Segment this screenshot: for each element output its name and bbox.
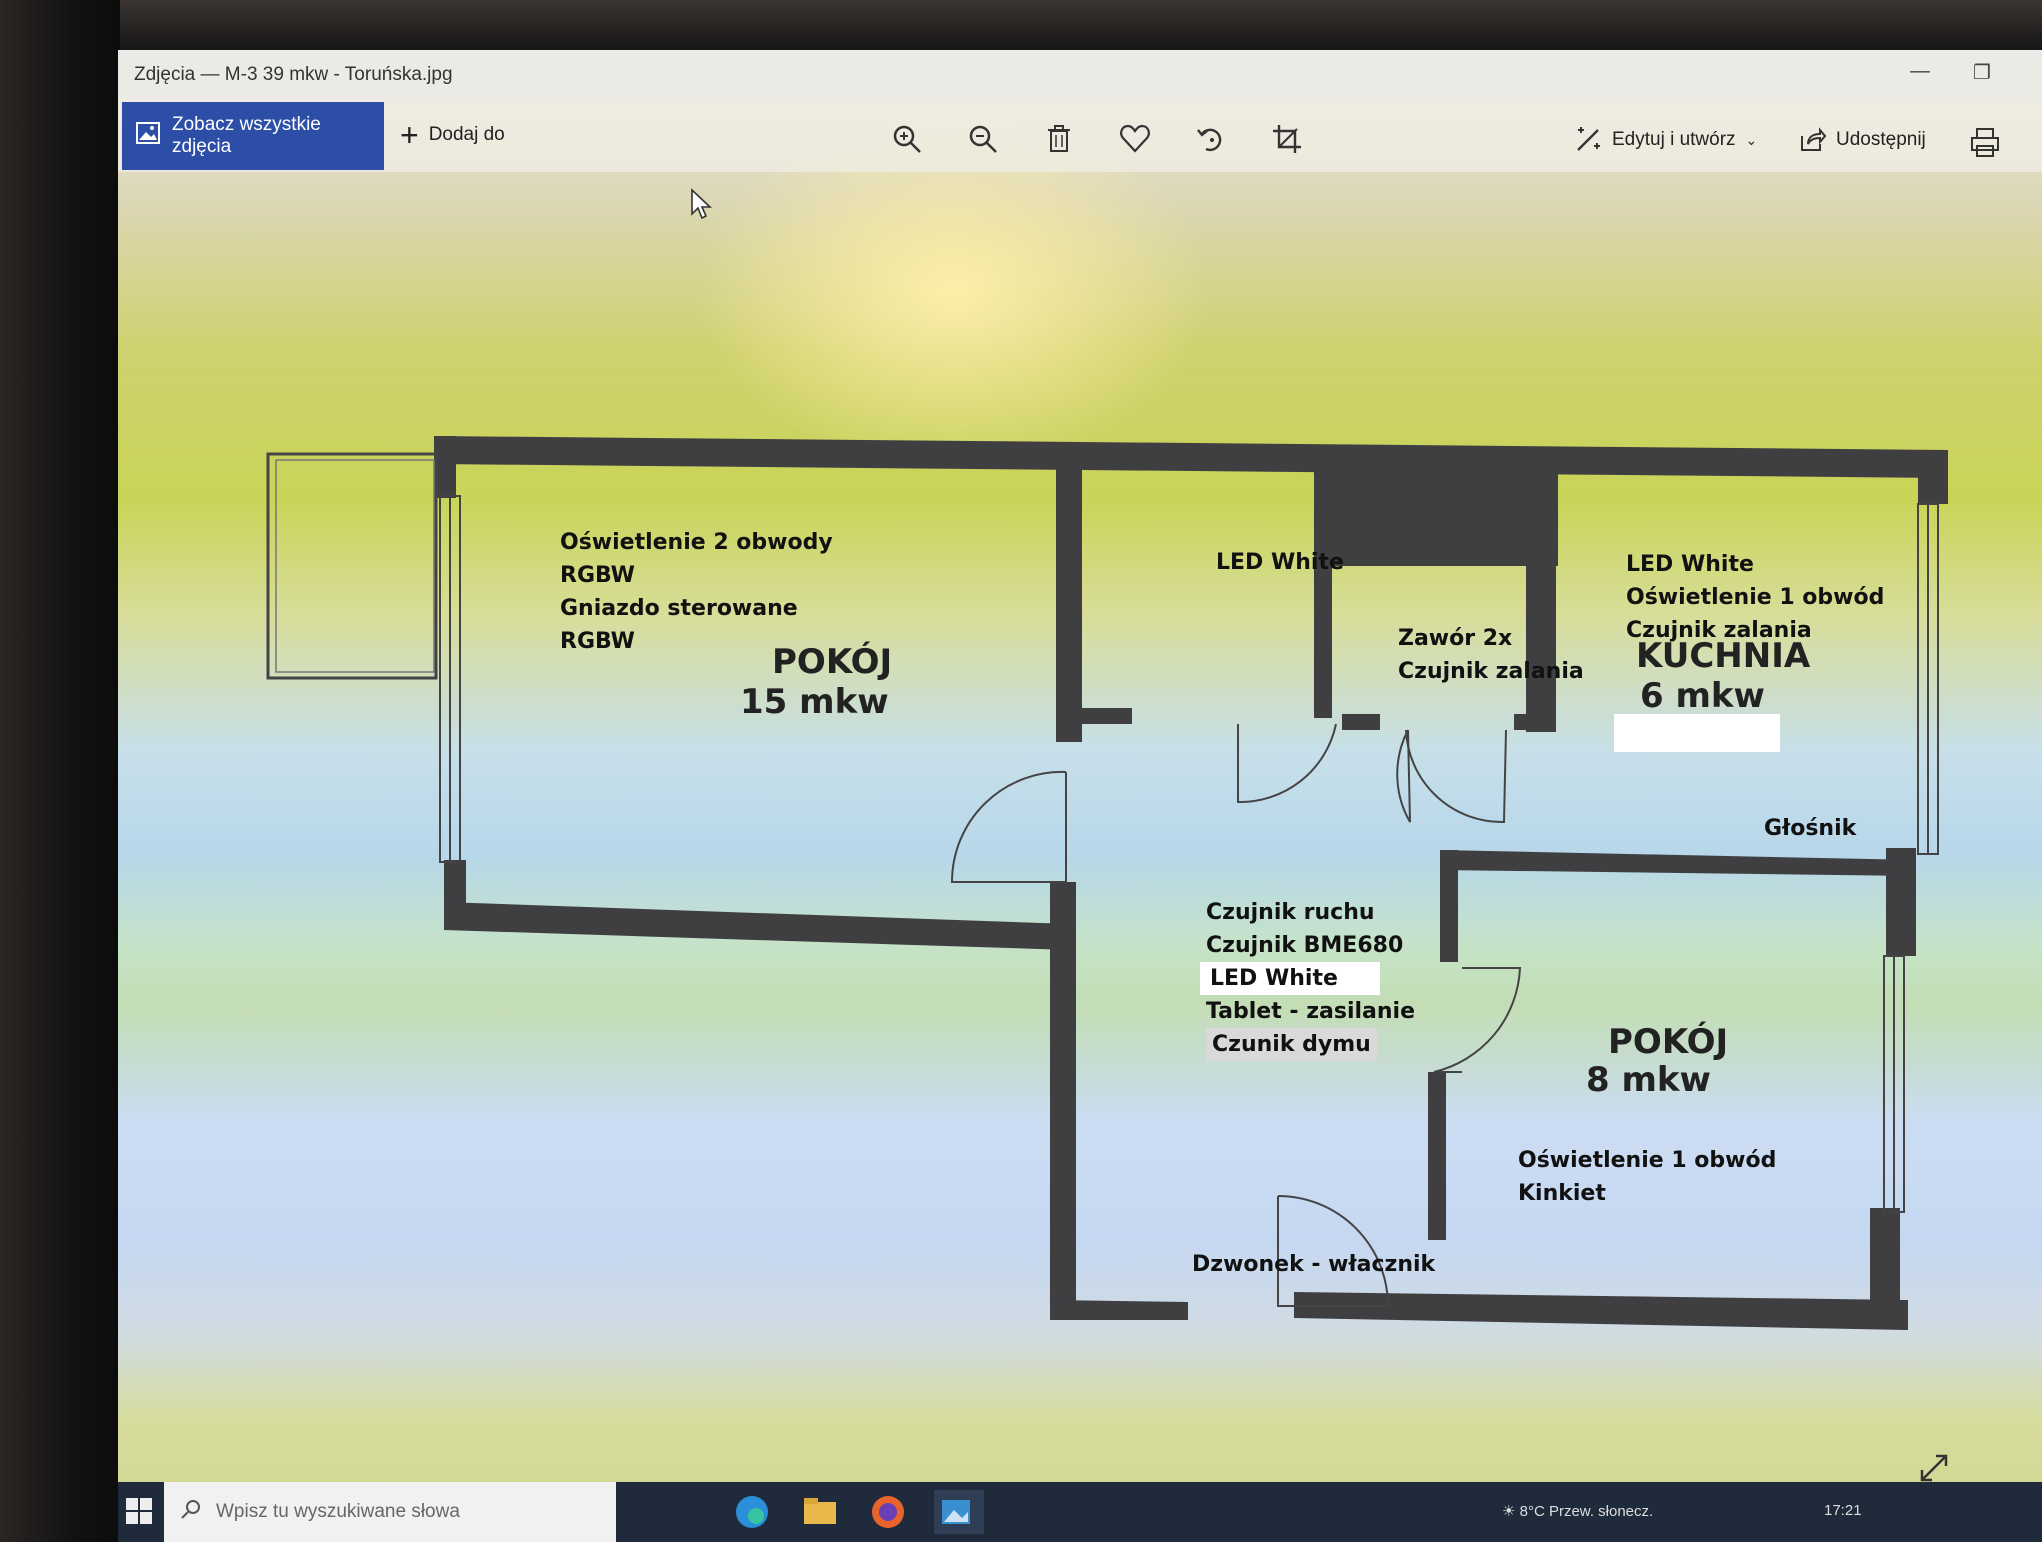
window-title: Zdjęcia — M-3 39 mkw - Toruńska.jpg: [134, 64, 453, 85]
delete-button[interactable]: [1042, 122, 1082, 162]
note-line: Tablet - zasilanie: [1206, 999, 1415, 1024]
share-icon: [1801, 127, 1826, 151]
note-line: LED White: [1626, 552, 1754, 577]
note-line: LED White: [1216, 550, 1344, 575]
kitchen-name: KUCHNIA: [1636, 636, 1811, 676]
kitchen-area: 6 mkw: [1640, 676, 1765, 716]
crop-button[interactable]: [1270, 122, 1310, 162]
blank-patch: [1614, 714, 1780, 752]
rotate-button[interactable]: [1194, 122, 1234, 162]
hall-notes: Czujnik ruchu Czujnik BME680 LED White T…: [1200, 896, 1415, 1061]
edit-create-button[interactable]: Edytuj i utwórz ⌄: [1574, 126, 1757, 154]
restore-button[interactable]: ❐: [1962, 60, 2002, 90]
firefox-icon[interactable]: [866, 1490, 916, 1534]
taskbar: Wpisz tu wyszukiwane słowa ☀ 8°C Przew. …: [118, 1482, 2042, 1542]
plus-icon: +: [400, 117, 419, 153]
weather-widget[interactable]: ☀ 8°C Przew. słonecz.: [1502, 1502, 1653, 1520]
note-line: Zawór 2x: [1398, 626, 1513, 651]
toolbar: Zobacz wszystkie zdjęcia + Dodaj do Edyt…: [118, 100, 2042, 172]
clock[interactable]: 17:21: [1824, 1502, 1862, 1519]
add-to-label: Dodaj do: [428, 124, 505, 145]
heart-icon: [1120, 124, 1150, 153]
kitchen-notes: LED White Oświetlenie 1 obwód Czujnik za…: [1626, 548, 1884, 647]
print-button[interactable]: [1968, 126, 2008, 166]
mouse-cursor-icon: [691, 188, 712, 220]
zoom-in-button[interactable]: [890, 122, 930, 162]
edge-icon[interactable]: [730, 1490, 780, 1534]
share-button[interactable]: Udostępnij: [1798, 126, 1926, 154]
note-line: Czujnik zalania: [1398, 659, 1584, 684]
note-line: Oświetlenie 1 obwód: [1626, 585, 1885, 610]
floor-plan-drawing: [266, 436, 1948, 1330]
wc-notes: Zawór 2x Czujnik zalania: [1398, 622, 1584, 688]
minimize-button[interactable]: —: [1900, 60, 1940, 90]
note-line: Gniazdo sterowane: [560, 596, 798, 621]
doorbell-label: Dzwonek - włacznik: [1192, 1252, 1436, 1277]
bathroom-notes: LED White: [1216, 546, 1344, 579]
zoom-in-icon: [893, 125, 921, 153]
note-line: LED White: [1200, 962, 1415, 995]
note-line: Oświetlenie 2 obwody: [560, 530, 833, 555]
chevron-down-icon: ⌄: [1745, 131, 1758, 148]
living-room-area: 15 mkw: [740, 682, 889, 722]
living-room-name: POKÓJ: [772, 642, 893, 682]
zoom-out-icon: [969, 125, 997, 153]
monitor-bezel-left: [0, 0, 120, 1542]
see-all-photos-label: Zobacz wszystkie zdjęcia: [172, 114, 321, 157]
search-icon: [180, 1498, 202, 1526]
note-line: Czunik dymu: [1206, 1028, 1415, 1061]
note-line: Czujnik BME680: [1206, 933, 1404, 958]
bedroom-notes: Oświetlenie 1 obwód Kinkiet: [1518, 1144, 1776, 1210]
rotate-icon: [1197, 128, 1222, 152]
printer-icon: [1971, 128, 1999, 157]
weather-text: 8°C Przew. słonecz.: [1519, 1503, 1654, 1520]
zoom-out-button[interactable]: [966, 122, 1006, 162]
fullscreen-icon[interactable]: [1916, 1450, 1952, 1486]
photos-app-window: Zdjęcia — M-3 39 mkw - Toruńska.jpg — ❐ …: [118, 50, 2042, 1542]
bedroom-area: 8 mkw: [1586, 1060, 1711, 1100]
delete-icon: [1048, 125, 1070, 152]
note-line: Kinkiet: [1518, 1181, 1606, 1206]
favorite-button[interactable]: [1118, 122, 1158, 162]
living-room-notes: Oświetlenie 2 obwody RGBW Gniazdo sterow…: [560, 526, 833, 658]
windows-start-icon[interactable]: [126, 1498, 152, 1529]
note-line: RGBW: [560, 563, 635, 588]
search-placeholder: Wpisz tu wyszukiwane słowa: [216, 1501, 460, 1522]
photos-app-taskbar-icon[interactable]: [934, 1490, 984, 1534]
file-explorer-icon[interactable]: [798, 1490, 848, 1534]
speaker-label: Głośnik: [1764, 816, 1857, 841]
weather-icon: ☀: [1502, 1503, 1516, 1520]
note-line: Czujnik ruchu: [1206, 900, 1375, 925]
edit-create-icon: [1577, 127, 1600, 151]
see-all-photos-button[interactable]: Zobacz wszystkie zdjęcia: [122, 102, 384, 170]
bedroom-name: POKÓJ: [1608, 1022, 1729, 1062]
share-label: Udostępnij: [1836, 129, 1926, 150]
taskbar-search-box[interactable]: Wpisz tu wyszukiwane słowa: [164, 1482, 616, 1542]
note-line: Oświetlenie 1 obwód: [1518, 1148, 1777, 1173]
add-to-button[interactable]: + Dodaj do: [400, 118, 505, 152]
title-bar: Zdjęcia — M-3 39 mkw - Toruńska.jpg — ❐: [118, 50, 2042, 100]
photos-icon: [136, 122, 160, 150]
edit-create-label: Edytuj i utwórz: [1612, 129, 1736, 150]
crop-icon: [1273, 125, 1301, 153]
monitor-bezel-top: [0, 0, 2042, 52]
